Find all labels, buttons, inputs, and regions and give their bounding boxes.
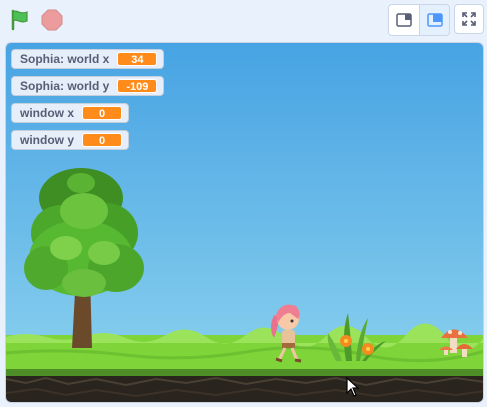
small-stage-button[interactable] [389, 5, 419, 35]
variable-monitor-world-x[interactable]: Sophia: world x 34 [11, 49, 165, 69]
green-flag-icon[interactable] [8, 8, 32, 32]
stage-scene [6, 43, 483, 402]
stage-canvas[interactable]: Sophia: world x 34 Sophia: world y -109 … [5, 42, 484, 403]
normal-stage-button[interactable] [419, 5, 449, 35]
monitor-value: 0 [82, 106, 122, 120]
stage-size-toggle [388, 4, 450, 36]
stage-header [0, 0, 487, 40]
variable-monitor-world-y[interactable]: Sophia: world y -109 [11, 76, 165, 96]
normal-stage-icon [426, 13, 443, 27]
fullscreen-icon [462, 12, 476, 26]
monitor-value: 34 [117, 52, 158, 66]
monitor-label: Sophia: world x [20, 52, 110, 66]
stop-sign-icon[interactable] [40, 8, 64, 32]
monitor-label: Sophia: world y [20, 79, 110, 93]
monitor-value: -109 [117, 79, 158, 93]
fullscreen-button[interactable] [454, 4, 484, 34]
variable-monitor-window-x[interactable]: window x 0 [11, 103, 129, 123]
monitor-label: window y [20, 133, 74, 147]
small-stage-icon [396, 13, 412, 27]
variable-monitor-window-y[interactable]: window y 0 [11, 130, 129, 150]
monitor-value: 0 [82, 133, 122, 147]
stage-size-controls [388, 4, 484, 36]
monitor-label: window x [20, 106, 74, 120]
mouse-cursor-icon [346, 377, 360, 397]
